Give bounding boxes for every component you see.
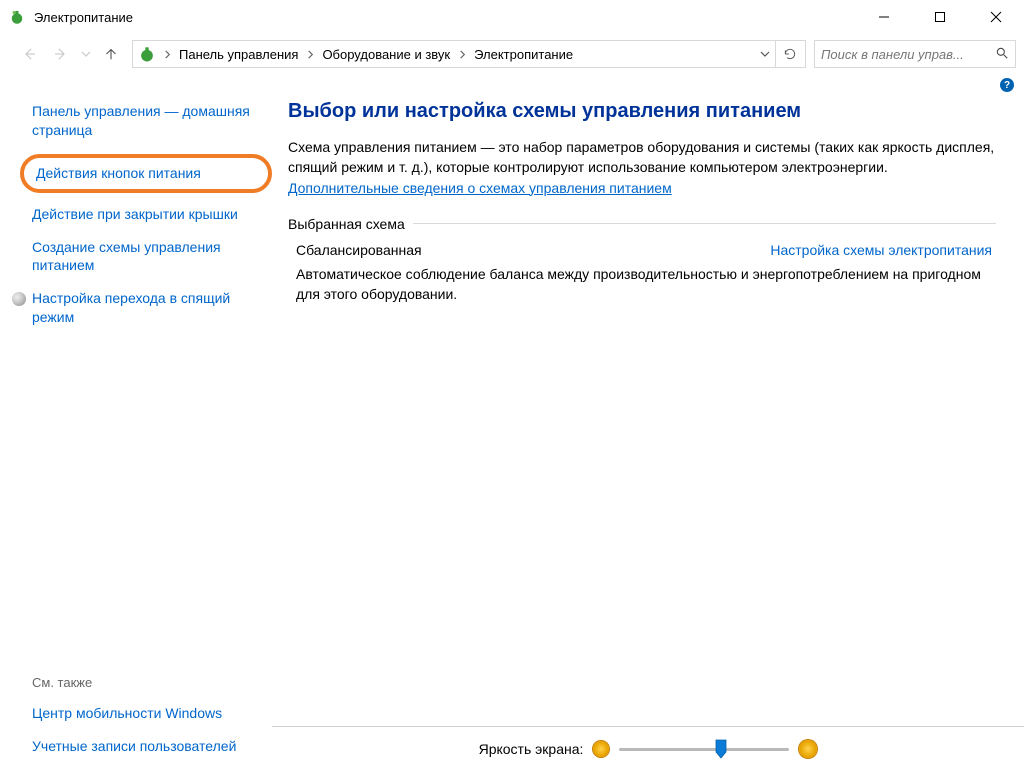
recent-locations-dropdown[interactable] xyxy=(78,49,94,59)
see-also-mobility-center[interactable]: Центр мобильности Windows xyxy=(32,704,262,723)
control-panel-home-link[interactable]: Панель управления — домашняя страница xyxy=(32,102,262,140)
description-text: Схема управления питанием — это набор па… xyxy=(288,139,994,175)
back-button[interactable] xyxy=(14,39,44,69)
sun-dim-icon xyxy=(593,741,609,757)
brightness-slider[interactable] xyxy=(619,739,789,759)
sun-bright-icon xyxy=(799,740,817,758)
sidebar-item-lid-close-action[interactable]: Действие при закрытии крышки xyxy=(32,205,262,224)
chevron-right-icon xyxy=(454,50,470,59)
up-button[interactable] xyxy=(96,39,126,69)
learn-more-link[interactable]: Дополнительные сведения о схемах управле… xyxy=(288,180,672,196)
brightness-bar: Яркость экрана: xyxy=(272,726,1024,770)
sidebar: Панель управления — домашняя страница Де… xyxy=(0,96,272,770)
search-box[interactable]: Поиск в панели управ... xyxy=(814,40,1016,68)
plan-name: Сбалансированная xyxy=(296,242,422,258)
help-icon[interactable]: ? xyxy=(1000,78,1014,92)
divider xyxy=(413,223,996,224)
search-icon xyxy=(995,46,1009,63)
main-pane: Выбор или настройка схемы управления пит… xyxy=(272,96,1024,770)
plan-description: Автоматическое соблюдение баланса между … xyxy=(288,264,996,305)
close-button[interactable] xyxy=(968,0,1024,34)
chevron-right-icon xyxy=(302,50,318,59)
maximize-button[interactable] xyxy=(912,0,968,34)
breadcrumb-item[interactable]: Электропитание xyxy=(470,47,577,62)
change-plan-settings-link[interactable]: Настройка схемы электропитания xyxy=(770,242,992,258)
brightness-label: Яркость экрана: xyxy=(479,741,584,757)
window-title: Электропитание xyxy=(34,10,856,25)
forward-button[interactable] xyxy=(46,39,76,69)
navbar: Панель управления Оборудование и звук Эл… xyxy=(0,34,1024,74)
sidebar-item-sleep-settings[interactable]: Настройка перехода в спящий режим xyxy=(32,289,262,327)
highlight-oval: Действия кнопок питания xyxy=(20,154,272,193)
chevron-right-icon xyxy=(159,50,175,59)
refresh-button[interactable] xyxy=(775,41,803,67)
minimize-button[interactable] xyxy=(856,0,912,34)
slider-thumb[interactable] xyxy=(715,739,727,759)
breadcrumb-item[interactable]: Панель управления xyxy=(175,47,302,62)
page-title: Выбор или настройка схемы управления пит… xyxy=(288,100,996,123)
selected-plan-heading: Выбранная схема xyxy=(288,216,405,232)
address-bar[interactable]: Панель управления Оборудование и звук Эл… xyxy=(132,40,806,68)
search-placeholder: Поиск в панели управ... xyxy=(821,47,991,62)
breadcrumb-item[interactable]: Оборудование и звук xyxy=(318,47,454,62)
page-description: Схема управления питанием — это набор па… xyxy=(288,137,996,198)
address-dropdown[interactable] xyxy=(755,49,775,59)
see-also-user-accounts[interactable]: Учетные записи пользователей xyxy=(32,737,262,756)
sidebar-item-create-power-plan[interactable]: Создание схемы управления питанием xyxy=(32,238,262,276)
app-icon xyxy=(8,8,26,26)
power-options-icon xyxy=(137,44,157,64)
see-also-heading: См. также xyxy=(32,675,262,690)
sidebar-item-power-button-actions[interactable]: Действия кнопок питания xyxy=(36,164,256,183)
titlebar: Электропитание xyxy=(0,0,1024,34)
